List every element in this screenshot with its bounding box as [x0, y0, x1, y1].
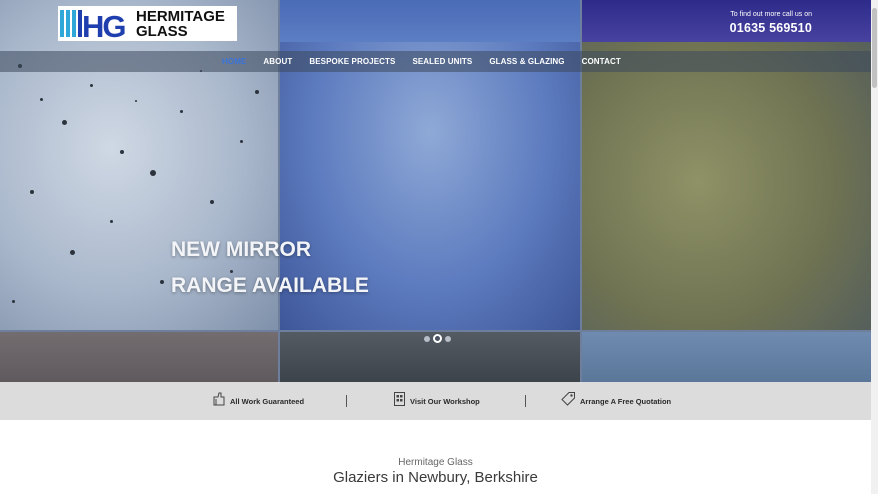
nav-item-contact[interactable]: CONTACT	[582, 57, 621, 66]
feature-free-quotation[interactable]: Arrange A Free Quotation	[561, 391, 672, 411]
mirror-tile	[582, 332, 871, 382]
feature-label: Visit Our Workshop	[410, 396, 480, 406]
features-strip: All Work Guaranteed Visit Our Workshop A…	[0, 382, 871, 420]
hero-headline-line-2: RANGE AVAILABLE	[171, 274, 369, 297]
slider-dot[interactable]	[423, 335, 430, 342]
divider	[346, 395, 347, 407]
guarantee-icon	[212, 391, 226, 412]
hg-logo-icon: HG	[58, 6, 134, 44]
divider	[525, 395, 526, 407]
hero-headline-line-1: NEW MIRROR	[171, 238, 311, 261]
nav-item-glass-glazing[interactable]: GLASS & GLAZING	[489, 57, 564, 66]
mirror-tile	[280, 0, 580, 42]
workshop-icon	[393, 391, 406, 412]
header-contact: To find out more call us on 01635 569510	[730, 11, 812, 35]
main-navigation: HOME ABOUT BESPOKE PROJECTS SEALED UNITS…	[0, 51, 871, 72]
page-scrollbar[interactable]	[871, 0, 878, 494]
hero-headline: NEW MIRROR RANGE AVAILABLE	[171, 232, 369, 304]
intro-subtitle: Hermitage Glass	[398, 457, 473, 468]
slider-dot[interactable]	[444, 335, 451, 342]
nav-item-sealed-units[interactable]: SEALED UNITS	[412, 57, 472, 66]
mirror-tile	[582, 0, 871, 330]
slider-dot-active[interactable]	[432, 334, 442, 343]
scrollbar-thumb[interactable]	[872, 8, 877, 88]
feature-visit-workshop[interactable]: Visit Our Workshop	[393, 391, 480, 412]
mirror-tile	[0, 332, 278, 382]
scroll-down-arrow-icon[interactable]	[872, 488, 877, 493]
intro-title: Glaziers in Newbury, Berkshire	[333, 469, 538, 486]
scroll-up-arrow-icon[interactable]	[872, 1, 877, 13]
feature-all-work-guaranteed[interactable]: All Work Guaranteed	[212, 391, 305, 412]
phone-number[interactable]: 01635 569510	[730, 21, 812, 35]
tag-icon	[561, 391, 576, 411]
nav-item-bespoke-projects[interactable]: BESPOKE PROJECTS	[309, 57, 395, 66]
feature-label: Arrange A Free Quotation	[580, 396, 672, 406]
contact-label: To find out more call us on	[730, 11, 812, 18]
mirror-tile	[582, 0, 871, 42]
nav-item-about[interactable]: ABOUT	[263, 57, 292, 66]
brand-name-line-2: GLASS	[136, 22, 188, 40]
nav-item-home[interactable]: HOME	[222, 57, 246, 66]
site-logo[interactable]: HG HERMITAGE GLASS	[58, 6, 237, 44]
brand-name-line-1: HERMITAGE	[136, 7, 225, 25]
slider-pagination	[422, 334, 452, 343]
svg-text:HG: HG	[82, 9, 125, 41]
feature-label: All Work Guaranteed	[230, 396, 305, 406]
